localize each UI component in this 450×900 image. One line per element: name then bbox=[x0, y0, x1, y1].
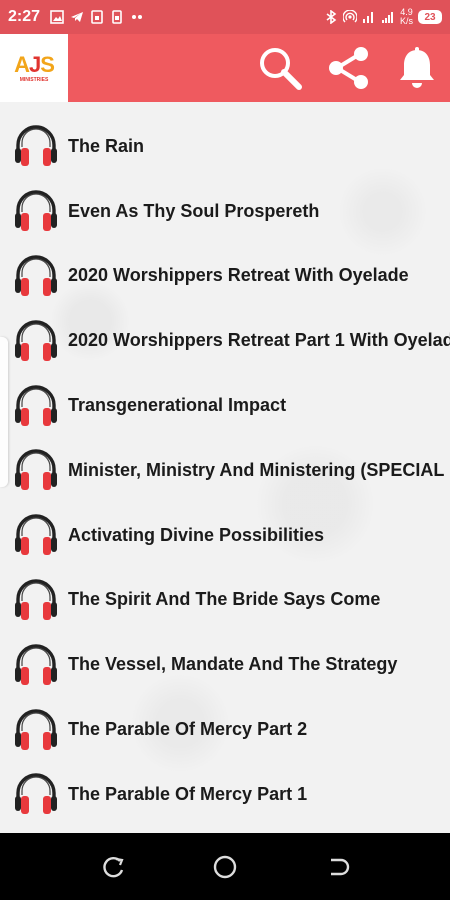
network-speed: 4.9 K/s bbox=[400, 8, 413, 26]
episode-row[interactable]: Even As Thy Soul Prospereth bbox=[0, 179, 450, 244]
bell-icon bbox=[400, 47, 434, 88]
episode-title: The Spirit And The Bride Says Come bbox=[68, 589, 381, 610]
episode-title: Transgenerational Impact bbox=[68, 395, 287, 416]
system-navigation-bar bbox=[0, 833, 450, 900]
back-icon[interactable] bbox=[323, 853, 351, 881]
home-icon[interactable] bbox=[211, 853, 239, 881]
signal-icon bbox=[362, 12, 373, 23]
episode-title: The Parable Of Mercy Part 1 bbox=[68, 783, 308, 804]
episode-title: 2020 Worshippers Retreat With Oyelade bbox=[68, 265, 409, 286]
recents-icon[interactable] bbox=[99, 853, 127, 881]
episode-row[interactable]: The Rain bbox=[0, 114, 450, 179]
sim-icon bbox=[112, 10, 122, 24]
headphones-icon bbox=[15, 255, 57, 296]
lock-icon bbox=[91, 10, 103, 24]
episode-title: The Vessel, Mandate And The Strategy bbox=[68, 654, 398, 675]
episode-row[interactable]: The Parable Of Mercy Part 1 bbox=[0, 762, 450, 827]
episode-list: The Rain Even As Thy Soul Prospereth 2020 … bbox=[0, 114, 450, 827]
headphones-icon bbox=[15, 644, 57, 685]
episode-title: Minister, Ministry And Ministering (SPEC… bbox=[68, 459, 445, 480]
episode-row[interactable]: Transgenerational Impact bbox=[0, 373, 450, 438]
search-icon bbox=[260, 48, 302, 90]
status-bar: 2:27 4.9 K/s 23 bbox=[0, 0, 450, 34]
gallery-icon bbox=[50, 10, 64, 24]
headphones-icon bbox=[15, 320, 57, 361]
episode-title: The Rain bbox=[68, 135, 145, 156]
headphones-icon bbox=[15, 384, 57, 426]
headphones-icon bbox=[15, 514, 57, 556]
logo-text: AJS bbox=[14, 51, 55, 77]
episode-row[interactable]: The Parable Of Mercy Part 2 bbox=[0, 697, 450, 762]
logo-subtitle: MINISTRIES bbox=[19, 76, 49, 83]
network-speed-unit: K/s bbox=[399, 16, 413, 26]
headphones-icon bbox=[15, 449, 57, 491]
search-button[interactable] bbox=[256, 44, 304, 92]
system-status: 4.9 K/s 23 bbox=[324, 8, 442, 26]
hotspot-icon bbox=[342, 10, 357, 23]
episode-title: 2020 Worshippers Retreat Part 1 With Oye… bbox=[68, 330, 450, 351]
more-dots-icon bbox=[132, 15, 143, 19]
headphones-icon bbox=[15, 125, 57, 167]
status-time: 2:27 bbox=[8, 8, 41, 25]
headphones-icon bbox=[15, 773, 57, 815]
episode-row[interactable]: The Spirit And The Bride Says Come bbox=[0, 568, 450, 633]
telegram-icon bbox=[71, 12, 84, 22]
episode-title: The Parable Of Mercy Part 2 bbox=[68, 719, 308, 740]
app-bar: AJS MINISTRIES bbox=[0, 34, 450, 102]
headphones-icon bbox=[15, 708, 57, 750]
episode-row[interactable]: Activating Divine Possibilities bbox=[0, 503, 450, 568]
bluetooth-icon bbox=[326, 10, 337, 24]
headphones-icon bbox=[15, 190, 57, 232]
episode-row[interactable]: Minister, Ministry And Ministering (SPEC… bbox=[0, 438, 450, 503]
episode-title: Even As Thy Soul Prospereth bbox=[68, 200, 320, 221]
episode-title: Activating Divine Possibilities bbox=[68, 524, 325, 545]
notifications-button[interactable] bbox=[393, 44, 441, 92]
app-logo[interactable]: AJS MINISTRIES bbox=[0, 34, 68, 102]
headphones-icon bbox=[15, 579, 57, 620]
drawer-handle[interactable] bbox=[0, 337, 8, 487]
battery-indicator: 23 bbox=[418, 10, 442, 24]
episode-row[interactable]: 2020 Worshippers Retreat Part 1 With Oye… bbox=[0, 308, 450, 373]
notification-icons bbox=[50, 10, 144, 24]
signal-bars-icon bbox=[381, 12, 393, 23]
share-icon bbox=[329, 47, 368, 89]
episode-row[interactable]: 2020 Worshippers Retreat With Oyelade bbox=[0, 244, 450, 309]
episode-list-container[interactable]: The Rain Even As Thy Soul Prospereth 2020 … bbox=[0, 102, 450, 833]
share-button[interactable] bbox=[325, 44, 373, 92]
episode-row[interactable]: The Vessel, Mandate And The Strategy bbox=[0, 632, 450, 697]
